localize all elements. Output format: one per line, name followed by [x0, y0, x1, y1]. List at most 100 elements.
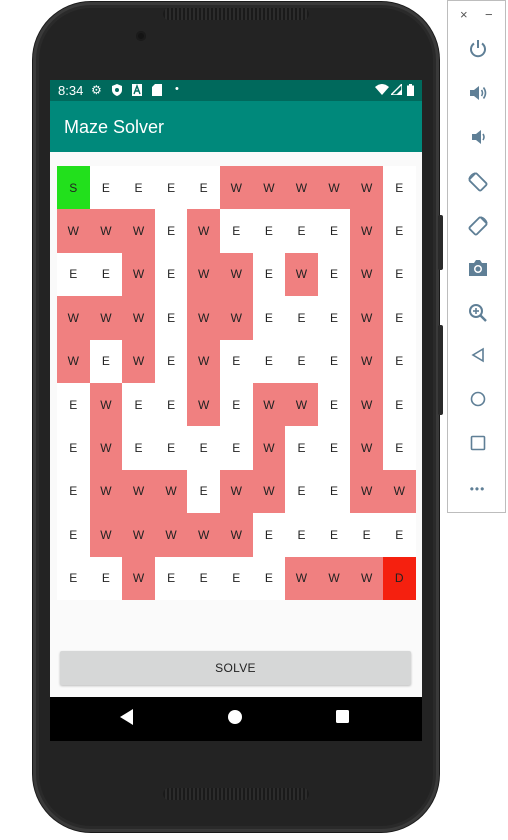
maze-cell-empty[interactable]: E: [154, 252, 188, 297]
maze-cell-wall[interactable]: W: [350, 209, 383, 253]
home-icon[interactable]: [448, 391, 507, 411]
maze-cell-empty[interactable]: E: [285, 339, 318, 383]
maze-cell-wall[interactable]: W: [57, 209, 90, 253]
maze-cell-wall[interactable]: W: [89, 296, 123, 340]
maze-cell-empty[interactable]: E: [219, 339, 253, 383]
maze-cell-empty[interactable]: E: [187, 469, 220, 514]
maze-cell-empty[interactable]: E: [382, 166, 416, 210]
maze-cell-wall[interactable]: W: [89, 426, 123, 470]
maze-cell-wall[interactable]: W: [187, 513, 220, 557]
maze-cell-empty[interactable]: E: [122, 426, 155, 470]
rotate-left-icon[interactable]: [448, 171, 507, 197]
maze-cell-wall[interactable]: W: [252, 469, 286, 514]
close-window-button[interactable]: ×: [460, 7, 468, 22]
maze-cell-wall[interactable]: W: [122, 252, 155, 297]
overview-icon[interactable]: [448, 435, 507, 455]
maze-cell-empty[interactable]: E: [317, 426, 351, 470]
maze-cell-empty[interactable]: E: [382, 209, 416, 253]
maze-cell-wall[interactable]: W: [187, 339, 220, 383]
maze-cell-empty[interactable]: E: [382, 513, 416, 557]
camera-icon[interactable]: [448, 259, 507, 281]
maze-cell-wall[interactable]: W: [89, 382, 123, 427]
maze-cell-wall[interactable]: W: [317, 556, 351, 600]
maze-cell-empty[interactable]: E: [57, 556, 90, 600]
maze-cell-empty[interactable]: E: [382, 426, 416, 470]
solve-button[interactable]: SOLVE: [60, 651, 411, 685]
maze-cell-empty[interactable]: E: [252, 296, 286, 340]
maze-cell-wall[interactable]: W: [285, 556, 318, 600]
maze-cell-wall[interactable]: W: [154, 513, 188, 557]
volume-down-icon[interactable]: [448, 127, 507, 151]
maze-cell-empty[interactable]: E: [285, 426, 318, 470]
maze-cell-wall[interactable]: W: [350, 339, 383, 383]
maze-cell-empty[interactable]: E: [219, 209, 253, 253]
maze-cell-empty[interactable]: E: [382, 296, 416, 340]
maze-cell-empty[interactable]: E: [317, 296, 351, 340]
maze-cell-wall[interactable]: W: [89, 209, 123, 253]
maze-cell-empty[interactable]: E: [154, 209, 188, 253]
maze-cell-empty[interactable]: E: [317, 382, 351, 427]
maze-cell-wall[interactable]: W: [317, 166, 351, 210]
maze-cell-empty[interactable]: E: [154, 339, 188, 383]
maze-cell-empty[interactable]: E: [285, 469, 318, 514]
volume-up-icon[interactable]: [448, 83, 507, 107]
maze-cell-wall[interactable]: W: [252, 166, 286, 210]
maze-cell-wall[interactable]: W: [122, 513, 155, 557]
maze-cell-wall[interactable]: W: [219, 166, 253, 210]
maze-cell-empty[interactable]: E: [285, 296, 318, 340]
maze-cell-wall[interactable]: W: [350, 469, 383, 514]
maze-cell-empty[interactable]: E: [89, 556, 123, 600]
maze-cell-wall[interactable]: W: [350, 426, 383, 470]
back-icon[interactable]: [448, 347, 507, 367]
maze-cell-wall[interactable]: W: [122, 209, 155, 253]
maze-cell-empty[interactable]: E: [122, 382, 155, 427]
maze-cell-empty[interactable]: E: [89, 339, 123, 383]
maze-cell-empty[interactable]: E: [285, 513, 318, 557]
maze-cell-wall[interactable]: W: [350, 296, 383, 340]
maze-cell-empty[interactable]: E: [252, 556, 286, 600]
maze-cell-empty[interactable]: E: [285, 209, 318, 253]
maze-cell-wall[interactable]: W: [89, 513, 123, 557]
maze-cell-wall[interactable]: W: [89, 469, 123, 514]
home-icon[interactable]: [228, 710, 242, 729]
maze-cell-empty[interactable]: E: [252, 252, 286, 297]
maze-cell-empty[interactable]: E: [317, 513, 351, 557]
maze-cell-wall[interactable]: W: [285, 382, 318, 427]
maze-cell-wall[interactable]: W: [154, 469, 188, 514]
maze-cell-empty[interactable]: E: [57, 469, 90, 514]
maze-cell-empty[interactable]: E: [350, 513, 383, 557]
maze-cell-empty[interactable]: E: [382, 382, 416, 427]
maze-cell-empty[interactable]: E: [187, 166, 220, 210]
maze-cell-empty[interactable]: E: [187, 426, 220, 470]
maze-cell-wall[interactable]: W: [122, 296, 155, 340]
maze-cell-empty[interactable]: E: [89, 166, 123, 210]
rotate-right-icon[interactable]: [448, 215, 507, 241]
maze-cell-empty[interactable]: E: [122, 166, 155, 210]
maze-cell-empty[interactable]: E: [317, 252, 351, 297]
maze-cell-empty[interactable]: E: [89, 252, 123, 297]
maze-cell-wall[interactable]: W: [187, 252, 220, 297]
maze-cell-empty[interactable]: E: [154, 382, 188, 427]
maze-cell-wall[interactable]: W: [285, 166, 318, 210]
maze-cell-empty[interactable]: E: [219, 556, 253, 600]
maze-cell-wall[interactable]: W: [382, 469, 416, 514]
maze-cell-empty[interactable]: E: [57, 513, 90, 557]
maze-cell-wall[interactable]: W: [252, 382, 286, 427]
maze-cell-empty[interactable]: E: [57, 252, 90, 297]
maze-cell-empty[interactable]: E: [154, 296, 188, 340]
maze-cell-wall[interactable]: W: [122, 556, 155, 600]
maze-cell-empty[interactable]: E: [317, 209, 351, 253]
maze-cell-wall[interactable]: W: [57, 339, 90, 383]
maze-cell-empty[interactable]: E: [154, 426, 188, 470]
maze-cell-empty[interactable]: E: [317, 469, 351, 514]
maze-cell-wall[interactable]: W: [187, 209, 220, 253]
maze-cell-empty[interactable]: E: [252, 339, 286, 383]
maze-cell-empty[interactable]: E: [154, 556, 188, 600]
maze-cell-empty[interactable]: E: [154, 166, 188, 210]
maze-cell-empty[interactable]: E: [57, 426, 90, 470]
maze-cell-empty[interactable]: E: [317, 339, 351, 383]
maze-cell-empty[interactable]: E: [382, 252, 416, 297]
maze-cell-wall[interactable]: W: [219, 296, 253, 340]
minimize-window-button[interactable]: −: [485, 7, 493, 22]
maze-cell-wall[interactable]: W: [219, 469, 253, 514]
